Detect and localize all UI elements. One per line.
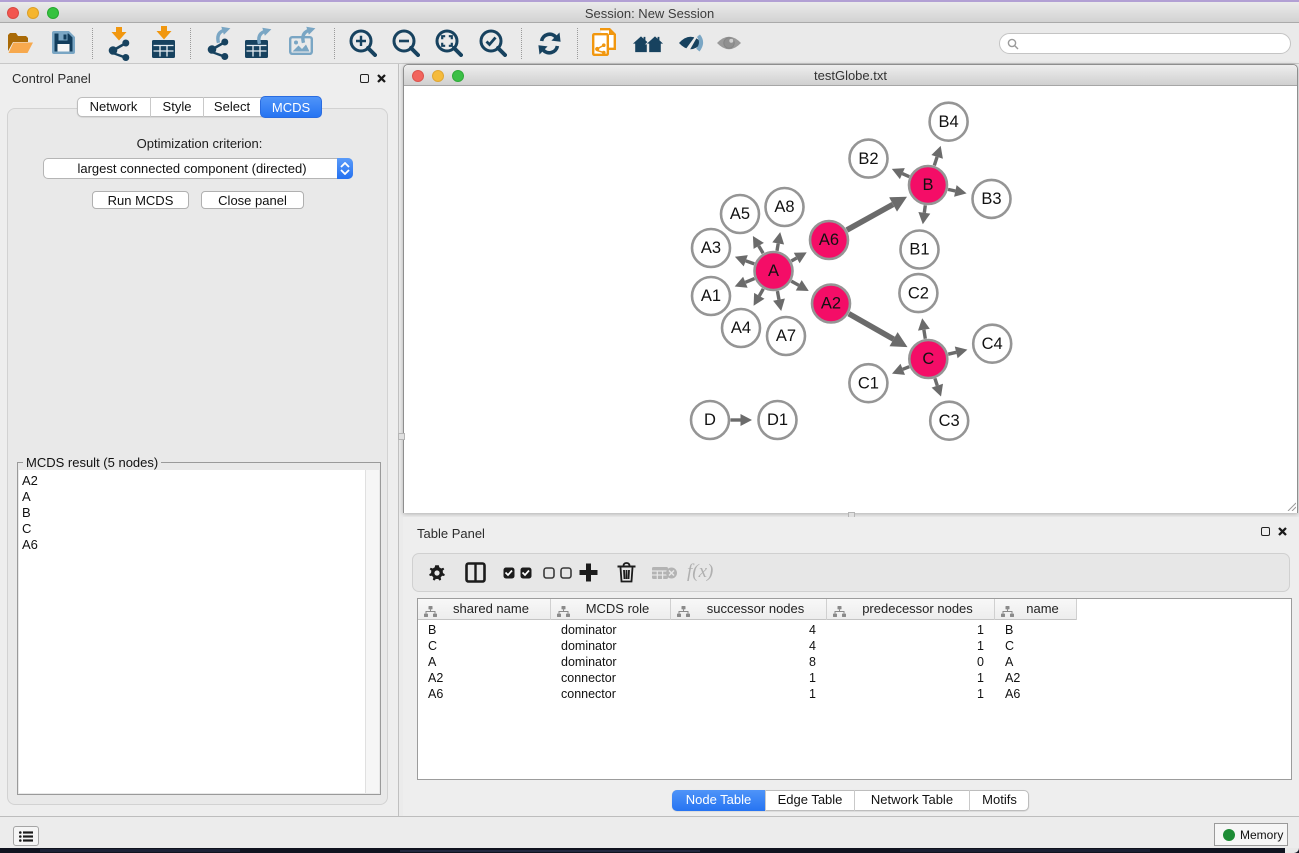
svg-text:C3: C3: [939, 412, 960, 430]
svg-text:B: B: [922, 176, 933, 194]
svg-text:C2: C2: [908, 284, 929, 302]
svg-text:B3: B3: [981, 190, 1001, 208]
svg-text:B2: B2: [858, 150, 878, 168]
svg-text:C1: C1: [858, 374, 879, 392]
svg-text:A: A: [768, 262, 779, 280]
svg-text:B1: B1: [909, 241, 929, 259]
svg-text:A4: A4: [731, 319, 751, 337]
svg-text:A7: A7: [776, 327, 796, 345]
svg-text:A6: A6: [819, 231, 839, 249]
svg-text:A2: A2: [821, 295, 841, 313]
svg-text:D: D: [704, 411, 716, 429]
svg-text:A1: A1: [701, 287, 721, 305]
svg-text:A5: A5: [730, 205, 750, 223]
svg-text:D1: D1: [767, 411, 788, 429]
svg-text:B4: B4: [939, 113, 959, 131]
svg-text:C4: C4: [982, 335, 1003, 353]
svg-text:C: C: [922, 350, 934, 368]
svg-text:A8: A8: [774, 198, 794, 216]
svg-text:A3: A3: [701, 239, 721, 257]
